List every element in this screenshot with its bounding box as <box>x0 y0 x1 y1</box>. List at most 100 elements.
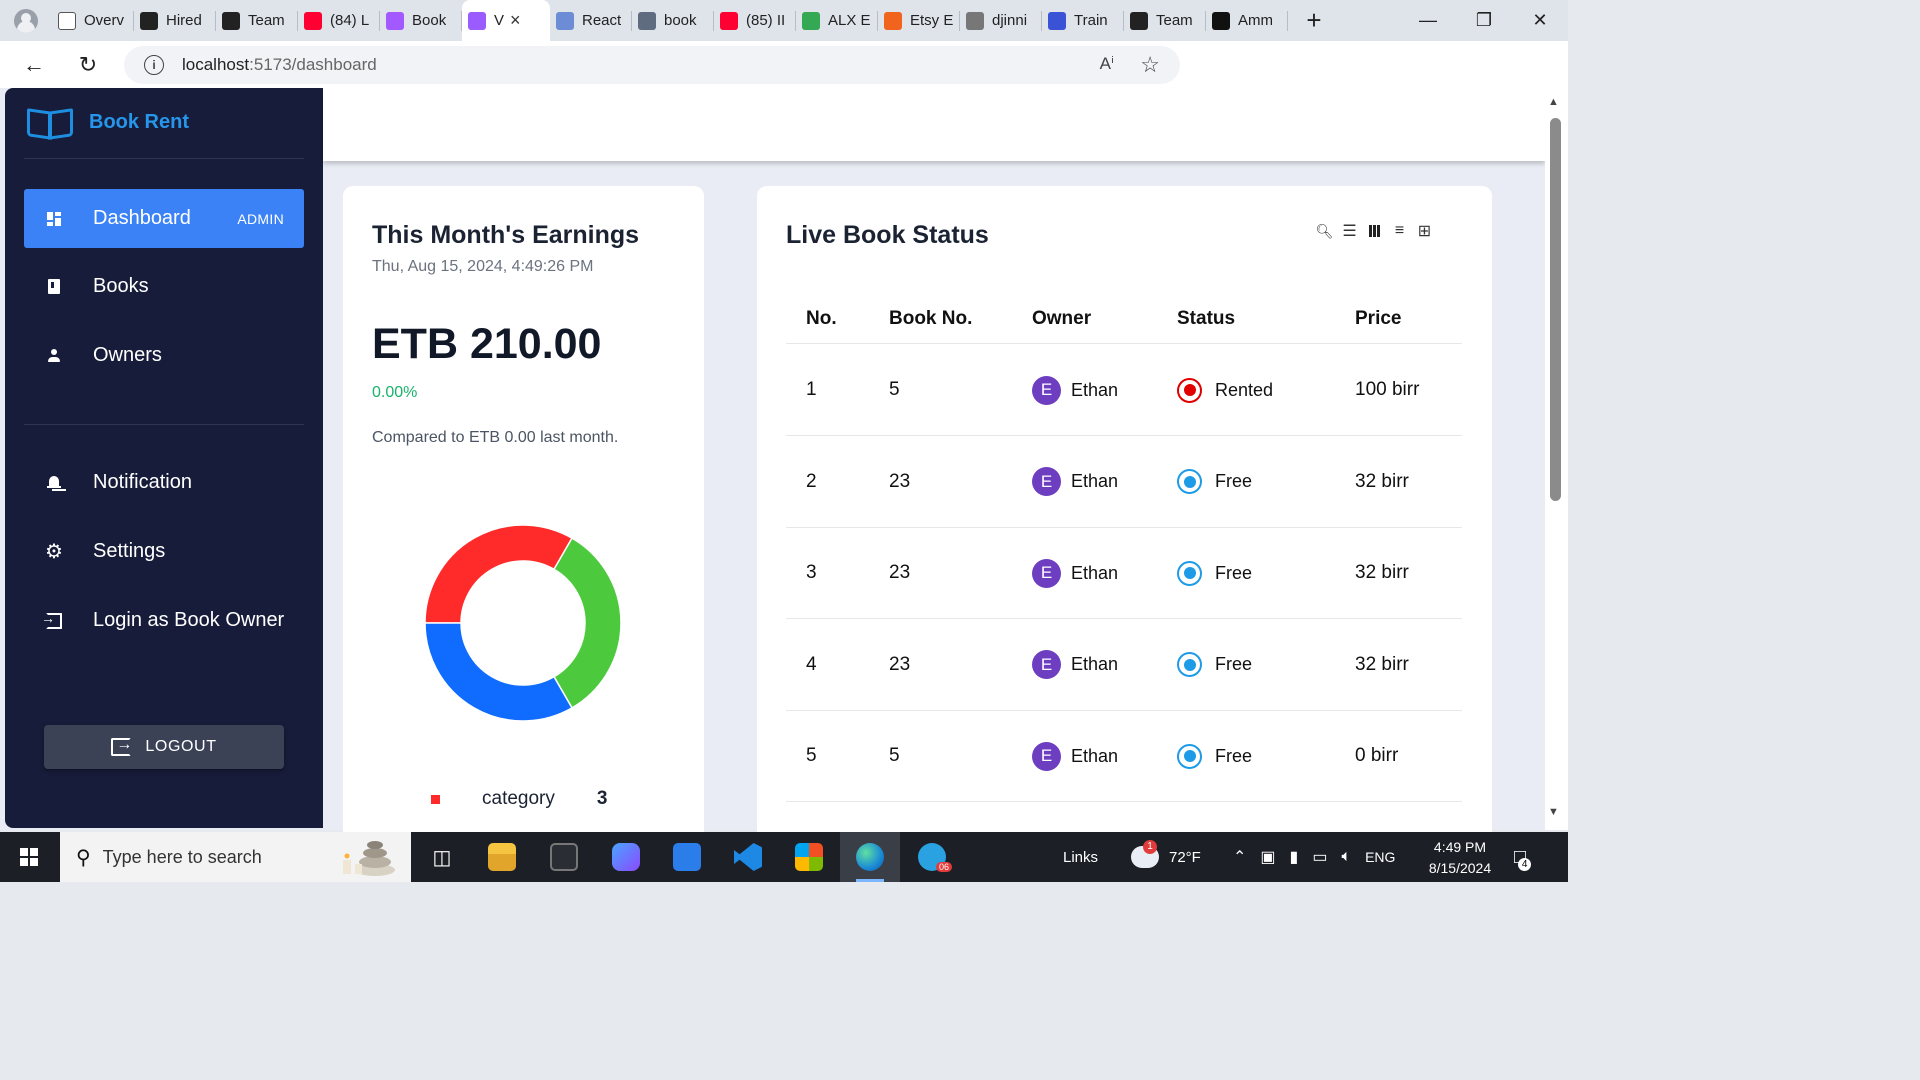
donut-slice[interactable] <box>424 524 574 624</box>
sidebar-item-notification[interactable]: Notification <box>24 453 304 512</box>
tab-title: Book <box>412 12 447 29</box>
search-icon: ⚲ <box>76 846 91 869</box>
donut-slice[interactable] <box>424 622 574 722</box>
cell-price: 32 birr <box>1355 653 1409 675</box>
browser-tab[interactable]: Etsy E <box>878 0 960 41</box>
density-icon[interactable]: ≡ <box>1392 222 1407 240</box>
file-explorer-icon[interactable] <box>472 832 532 882</box>
gear-icon: ⚙ <box>45 540 63 563</box>
close-window-button[interactable]: ✕ <box>1512 0 1568 41</box>
clock-date: 8/15/2024 <box>1428 860 1492 876</box>
column-header-no[interactable]: No. <box>806 294 837 343</box>
cell-book-no: 23 <box>889 653 911 675</box>
logout-button[interactable]: LOGOUT <box>44 725 284 769</box>
browser-tab[interactable]: V × <box>462 0 550 41</box>
telegram-badge: 06 <box>936 862 953 872</box>
minimize-button[interactable]: — <box>1400 0 1456 41</box>
etsy-icon <box>884 11 902 30</box>
terminal-icon[interactable] <box>534 832 594 882</box>
weather-widget[interactable]: 1 72°F <box>1131 832 1201 882</box>
read-aloud-icon[interactable]: Aⁱ <box>1100 54 1114 74</box>
sidebar-item-dashboard[interactable]: Dashboard ADMIN <box>24 189 304 248</box>
sidebar-item-books[interactable]: Books <box>24 257 304 316</box>
copilot-app-icon[interactable] <box>596 832 656 882</box>
browser-tab[interactable]: Amm <box>1206 0 1288 41</box>
settings-sliders-icon[interactable]: ⊞ <box>1417 221 1432 241</box>
links-toolbar[interactable]: Links <box>1063 832 1098 882</box>
column-header-price[interactable]: Price <box>1355 294 1401 343</box>
microsoft-store-icon[interactable] <box>779 832 839 882</box>
filter-icon[interactable]: ☰ <box>1342 221 1357 241</box>
live-status-title: Live Book Status <box>786 221 989 249</box>
cell-owner: E Ethan <box>1032 437 1118 527</box>
address-bar[interactable]: i localhost:5173/dashboard Aⁱ ☆ <box>124 46 1180 84</box>
cell-no: 4 <box>806 653 817 675</box>
browser-tab[interactable]: ALX E <box>796 0 878 41</box>
column-header-book-no[interactable]: Book No. <box>889 294 972 343</box>
browser-tab[interactable]: (85) II <box>714 0 796 41</box>
openai-icon <box>140 11 158 30</box>
profile-button[interactable] <box>0 0 52 41</box>
task-view-icon[interactable]: ◫ <box>412 832 472 882</box>
table-row[interactable]: 1 5 E Ethan Rented 100 birr <box>786 345 1462 436</box>
column-header-status[interactable]: Status <box>1177 294 1235 343</box>
browser-tab[interactable]: Hired <box>134 0 216 41</box>
refresh-button[interactable]: ↻ <box>61 41 115 88</box>
doc-icon <box>966 11 984 30</box>
network-icon[interactable]: ▭ <box>1312 847 1327 867</box>
taskbar-search[interactable]: ⚲ Type here to search <box>60 832 411 882</box>
language-indicator[interactable]: ENG <box>1365 849 1395 865</box>
browser-tab[interactable]: Book <box>380 0 462 41</box>
mail-icon[interactable] <box>657 832 717 882</box>
cloud-sun-icon: 1 <box>1131 840 1159 868</box>
battery-icon[interactable]: ▮ <box>1290 847 1299 867</box>
url-text[interactable]: localhost:5173/dashboard <box>182 55 377 75</box>
page-scrollbar[interactable]: ▲ ▼ <box>1545 88 1568 830</box>
telegram-icon[interactable]: 06 <box>902 832 962 882</box>
tab-title: Etsy E <box>910 12 954 29</box>
scroll-up-icon[interactable]: ▲ <box>1548 96 1559 108</box>
sidebar-item-settings[interactable]: ⚙ Settings <box>24 522 304 581</box>
brand[interactable]: Book Rent <box>25 108 189 136</box>
browser-tab[interactable]: djinni <box>960 0 1042 41</box>
columns-icon[interactable] <box>1367 225 1382 237</box>
meet-now-icon[interactable]: ▣ <box>1260 847 1275 867</box>
sidebar-item-owners[interactable]: Owners <box>24 326 304 385</box>
browser-tab[interactable]: Team <box>1124 0 1206 41</box>
table-row[interactable]: 3 23 E Ethan Free 32 birr <box>786 528 1462 619</box>
clock[interactable]: 4:49 PM 8/15/2024 <box>1420 837 1500 879</box>
table-row[interactable]: 5 5 E Ethan Free 0 birr <box>786 711 1462 802</box>
site-info-icon[interactable]: i <box>144 55 164 75</box>
column-header-owner[interactable]: Owner <box>1032 294 1091 343</box>
cell-price: 32 birr <box>1355 470 1409 492</box>
start-button[interactable] <box>0 832 58 882</box>
table-row[interactable]: 2 23 E Ethan Free 32 birr <box>786 437 1462 528</box>
cell-status: Rented <box>1177 345 1273 435</box>
close-tab-icon[interactable]: × <box>510 10 521 31</box>
back-button[interactable]: ← <box>7 41 61 88</box>
browser-tab[interactable]: (84) L <box>298 0 380 41</box>
table-row[interactable]: 4 23 E Ethan Free 32 birr <box>786 620 1462 711</box>
chevron-up-icon[interactable]: ⌃ <box>1233 847 1246 867</box>
cell-no: 5 <box>806 745 817 766</box>
browser-tab[interactable]: Team <box>216 0 298 41</box>
scroll-down-icon[interactable]: ▼ <box>1548 806 1559 818</box>
favorite-star-icon[interactable]: ☆ <box>1140 52 1160 78</box>
browser-tab[interactable]: Train <box>1042 0 1124 41</box>
browser-tab[interactable]: Overv <box>52 0 134 41</box>
logout-icon <box>111 736 133 756</box>
restore-button[interactable]: ❐ <box>1456 0 1512 41</box>
volume-icon[interactable]: 🔈︎ <box>1341 848 1351 866</box>
donut-slice[interactable] <box>552 537 622 709</box>
edge-browser-icon[interactable] <box>840 832 900 882</box>
sidebar-item-label: Settings <box>93 540 166 562</box>
scrollbar-thumb[interactable] <box>1550 118 1561 501</box>
browser-tab[interactable]: React <box>550 0 632 41</box>
notification-center-icon[interactable]: □ 4 <box>1514 832 1532 882</box>
browser-tab[interactable]: book <box>632 0 714 41</box>
youtube-icon <box>720 11 738 30</box>
search-icon[interactable]: 🔍︎ <box>1316 223 1334 240</box>
vscode-icon[interactable] <box>718 832 778 882</box>
sidebar-item-login-as-owner[interactable]: Login as Book Owner <box>24 591 304 650</box>
new-tab-button[interactable]: + <box>1294 0 1334 41</box>
